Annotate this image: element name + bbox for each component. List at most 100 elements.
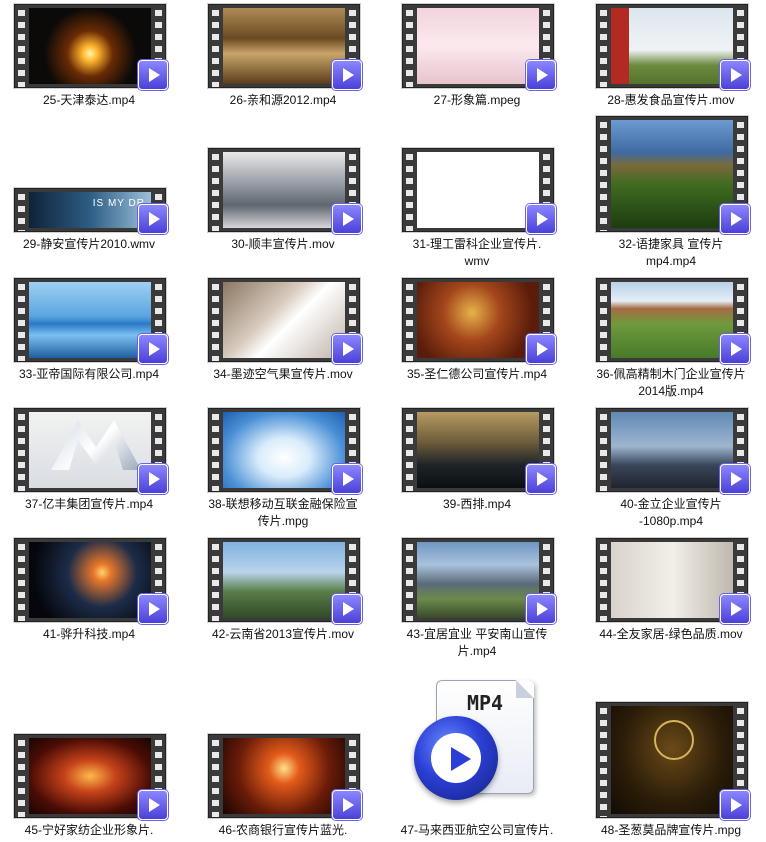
film-perforation [15, 539, 28, 621]
thumbnail-image [417, 412, 539, 488]
thumbnail-image [223, 738, 345, 814]
file-name[interactable]: 43-宜居宜业 平安南山宣传 片.mp4 [382, 626, 572, 660]
play-badge-icon [332, 790, 362, 820]
play-badge-icon [526, 594, 556, 624]
file-name[interactable]: 40-金立企业宣传片 -1080p.mp4 [576, 496, 766, 530]
film-perforation [209, 149, 222, 231]
film-perforation [209, 5, 222, 87]
file-name[interactable]: 47-马来西亚航空公司宣传片. [382, 822, 572, 839]
file-name[interactable]: 39-西排.mp4 [382, 496, 572, 513]
film-perforation [209, 279, 222, 361]
film-perforation [209, 735, 222, 817]
thumbnail-image [223, 542, 345, 618]
play-badge-icon [138, 60, 168, 90]
play-badge-icon [138, 594, 168, 624]
file-name[interactable]: 36-佩高精制木门企业宣传片 2014版.mp4 [576, 366, 766, 400]
play-badge-icon [720, 464, 750, 494]
play-badge-icon [332, 204, 362, 234]
thumbnail-image [29, 8, 151, 84]
thumbnail-image [417, 542, 539, 618]
file-name[interactable]: 33-亚帝国际有限公司.mp4 [0, 366, 184, 383]
play-badge-icon [138, 334, 168, 364]
film-perforation [597, 703, 610, 817]
file-name[interactable]: 46-农商银行宣传片蓝光. [188, 822, 378, 839]
file-name-line2: -1080p.mp4 [638, 514, 704, 528]
film-perforation [597, 5, 610, 87]
play-badge-icon [526, 334, 556, 364]
file-name[interactable]: 42-云南省2013宣传片.mov [188, 626, 378, 643]
play-badge-icon [332, 594, 362, 624]
file-name[interactable]: 37-亿丰集团宣传片.mp4 [0, 496, 184, 513]
file-name[interactable]: 30-顺丰宣传片.mov [188, 236, 378, 253]
film-perforation [209, 539, 222, 621]
thumbnail-image [417, 152, 539, 228]
file-name[interactable]: 26-亲和源2012.mp4 [188, 92, 378, 109]
file-name-line2: mp4.mp4 [645, 254, 697, 268]
play-badge-icon [138, 790, 168, 820]
file-name[interactable]: 45-宁好家纺企业形象片. [0, 822, 184, 839]
film-perforation [597, 539, 610, 621]
play-badge-icon [332, 60, 362, 90]
film-perforation [403, 5, 416, 87]
file-name[interactable]: 41-骅升科技.mp4 [0, 626, 184, 643]
thumbnail-image [611, 542, 733, 618]
thumbnail-image [223, 152, 345, 228]
play-badge-icon [332, 334, 362, 364]
play-badge-icon [720, 204, 750, 234]
thumbnail-image [223, 8, 345, 84]
thumbnail-image [611, 412, 733, 488]
file-name[interactable]: 32-语捷家具 宣传片 mp4.mp4 [576, 236, 766, 270]
file-name-line1: 36-佩高精制木门企业宣传片 [596, 367, 746, 381]
play-badge-icon [720, 594, 750, 624]
film-perforation [15, 5, 28, 87]
file-name-line1: 43-宜居宜业 平安南山宣传 [406, 627, 548, 641]
film-perforation [403, 279, 416, 361]
play-icon [451, 747, 471, 771]
play-badge-icon [138, 204, 168, 234]
film-perforation [403, 149, 416, 231]
file-name[interactable]: 29-静安宣传片2010.wmv [0, 236, 184, 253]
file-name[interactable]: 38-联想移动互联金融保险宣 传片.mpg [188, 496, 378, 530]
file-name-line2: wmv [464, 254, 490, 268]
file-grid: 25-天津泰达.mp4 26-亲和源2012.mp4 27-形象篇.mpeg 2… [0, 0, 766, 842]
file-name[interactable]: 27-形象篇.mpeg [382, 92, 572, 109]
play-badge-icon [138, 464, 168, 494]
film-perforation [597, 279, 610, 361]
thumbnail-image [29, 412, 151, 488]
film-perforation [15, 279, 28, 361]
mp4-icon-text: MP4 [466, 691, 504, 715]
film-perforation [403, 539, 416, 621]
file-name-line2: 片.mp4 [457, 644, 497, 658]
file-name[interactable]: 34-墨迹空气果宣传片.mov [188, 366, 378, 383]
play-badge-icon [526, 204, 556, 234]
thumbnail-image [611, 120, 733, 228]
play-disc-icon [414, 716, 498, 800]
film-perforation [209, 409, 222, 491]
file-name[interactable]: 44-全友家居-绿色品质.mov [576, 626, 766, 643]
file-name-line1: 40-金立企业宣传片 [620, 497, 722, 511]
film-perforation [15, 409, 28, 491]
file-name[interactable]: 25-天津泰达.mp4 [0, 92, 184, 109]
thumbnail-image [29, 738, 151, 814]
thumbnail-image [223, 282, 345, 358]
play-badge-icon [526, 464, 556, 494]
film-perforation [15, 189, 28, 231]
play-badge-icon [332, 464, 362, 494]
film-perforation [597, 117, 610, 231]
file-name[interactable]: 28-惠发食品宣传片.mov [576, 92, 766, 109]
thumbnail-image [417, 8, 539, 84]
file-name[interactable]: 35-圣仁德公司宣传片.mp4 [382, 366, 572, 383]
thumbnail-image [223, 412, 345, 488]
file-name-line2: 传片.mpg [257, 514, 309, 528]
file-name[interactable]: 48-圣葱莫品牌宣传片.mpg [576, 822, 766, 839]
file-name[interactable]: 31-理工雷科企业宣传片. wmv [382, 236, 572, 270]
thumbnail-image: IS MY DR [29, 192, 151, 228]
thumbnail-image [29, 542, 151, 618]
thumbnail-image [611, 282, 733, 358]
film-perforation [597, 409, 610, 491]
play-badge-icon [720, 60, 750, 90]
thumbnail-image [417, 282, 539, 358]
file-name-line1: 38-联想移动互联金融保险宣 [208, 497, 358, 511]
play-badge-icon [720, 334, 750, 364]
file-name-line1: 32-语捷家具 宣传片 [618, 237, 724, 251]
